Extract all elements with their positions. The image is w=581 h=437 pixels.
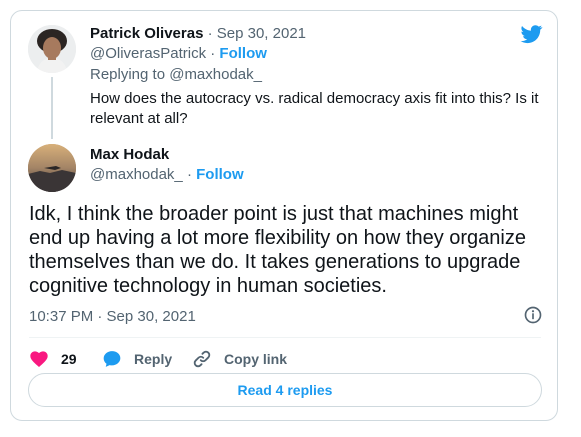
reply-tweet-date[interactable]: · Sep 30, 2021 [208,25,306,42]
main-text-line: Idk, I think the broader point is just t… [29,203,519,225]
reply-author-handle[interactable]: @OliverasPatrick · [90,45,215,62]
reply-author-name[interactable]: Patrick Oliveras [90,25,203,42]
action-bar-divider [29,337,541,338]
info-icon[interactable] [523,305,543,325]
replying-to-label: Replying to @maxhodak_ [90,66,262,83]
main-tweet-text: Idk, I think the broader point is just t… [29,202,549,298]
main-author-name[interactable]: Max Hodak [90,146,169,163]
follow-max-button[interactable]: Follow [196,166,244,183]
main-author-handle[interactable]: @maxhodak_ · [90,166,192,183]
read-replies-button[interactable]: Read 4 replies [28,373,542,407]
copy-link-button[interactable]: Copy link [192,345,287,373]
avatar-landscape-image [28,144,76,192]
avatar-patrick-oliveras[interactable] [28,25,76,73]
tweet-embed-card: Patrick Oliveras · Sep 30, 2021 @Olivera… [10,10,558,421]
main-text-line: cognitive technology in human societies. [29,275,387,297]
reply-author-handle-row: @OliverasPatrick · Follow [90,45,267,62]
reply-button[interactable]: Reply [102,345,172,373]
copy-link-label: Copy link [224,351,288,367]
thread-connector-line [51,77,53,139]
follow-patrick-button[interactable]: Follow [219,45,267,62]
heart-icon [30,351,48,367]
reply-tweet-text: How does the autocracy vs. radical democ… [90,89,540,129]
read-replies-label: Read 4 replies [237,382,333,398]
main-author-handle-row: @maxhodak_ · Follow [90,166,244,183]
tweet-timestamp[interactable]: 10:37 PM · Sep 30, 2021 [29,308,196,325]
avatar-max-hodak[interactable] [28,144,76,192]
link-icon [193,350,211,368]
reply-text-line: relevant at all? [90,110,188,127]
twitter-bird-icon[interactable] [519,23,544,45]
reply-text-line: How does the autocracy vs. radical democ… [90,90,539,107]
main-text-line: themselves than we do. It takes generati… [29,251,521,273]
like-count: 29 [61,351,77,367]
like-button[interactable]: 29 [29,345,77,373]
reply-tweet-header: Patrick Oliveras · Sep 30, 2021 [90,25,306,42]
avatar-portrait-image [28,25,76,73]
speech-bubble-icon [103,351,121,367]
main-text-line: end up having a lot more flexibility on … [29,227,526,249]
reply-label: Reply [134,351,173,367]
